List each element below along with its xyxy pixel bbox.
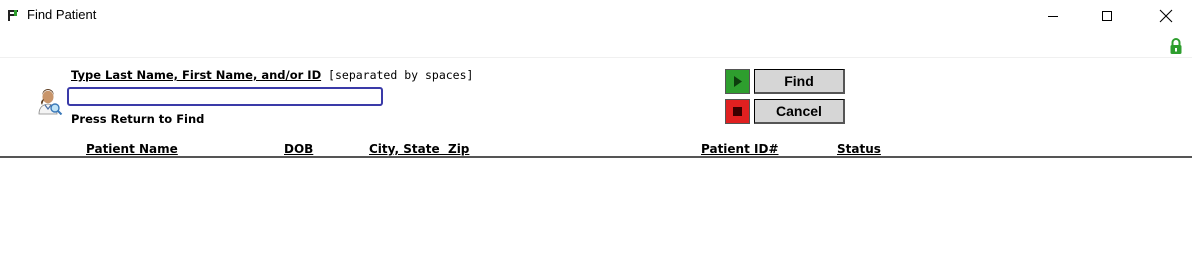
search-instruction: Type Last Name, First Name, and/or ID [s… — [71, 68, 473, 82]
column-header-status[interactable]: Status — [837, 142, 881, 156]
doctor-search-icon — [38, 89, 63, 115]
close-icon — [1159, 9, 1173, 23]
maximize-icon — [1102, 11, 1112, 21]
window-title: Find Patient — [27, 7, 97, 22]
search-instruction-bold: Type Last Name, First Name, and/or ID — [71, 68, 322, 82]
app-logo-icon — [8, 10, 18, 21]
play-icon — [734, 76, 742, 87]
search-hint: Press Return to Find — [71, 112, 205, 126]
title-separator — [0, 57, 1192, 58]
minimize-icon — [1048, 16, 1058, 17]
column-header-dob[interactable]: DOB — [284, 142, 313, 156]
minimize-button[interactable] — [1030, 0, 1076, 32]
column-header-city-state-zip[interactable]: City, State Zip — [369, 142, 469, 156]
find-button[interactable]: Find — [754, 69, 845, 94]
close-button[interactable] — [1143, 0, 1189, 32]
column-header-patient-name[interactable]: Patient Name — [86, 142, 178, 156]
search-instruction-note: [separated by spaces] — [321, 68, 474, 82]
cancel-button[interactable]: Cancel — [754, 99, 845, 124]
lock-icon — [1170, 38, 1182, 54]
cancel-icon-button[interactable] — [725, 99, 750, 124]
results-list[interactable] — [0, 158, 1192, 275]
search-input[interactable] — [67, 87, 383, 106]
find-icon-button[interactable] — [725, 69, 750, 94]
maximize-button[interactable] — [1084, 0, 1130, 32]
column-header-patient-id[interactable]: Patient ID# — [701, 142, 779, 156]
title-bar: Find Patient — [0, 0, 1192, 32]
stop-icon — [733, 107, 742, 116]
